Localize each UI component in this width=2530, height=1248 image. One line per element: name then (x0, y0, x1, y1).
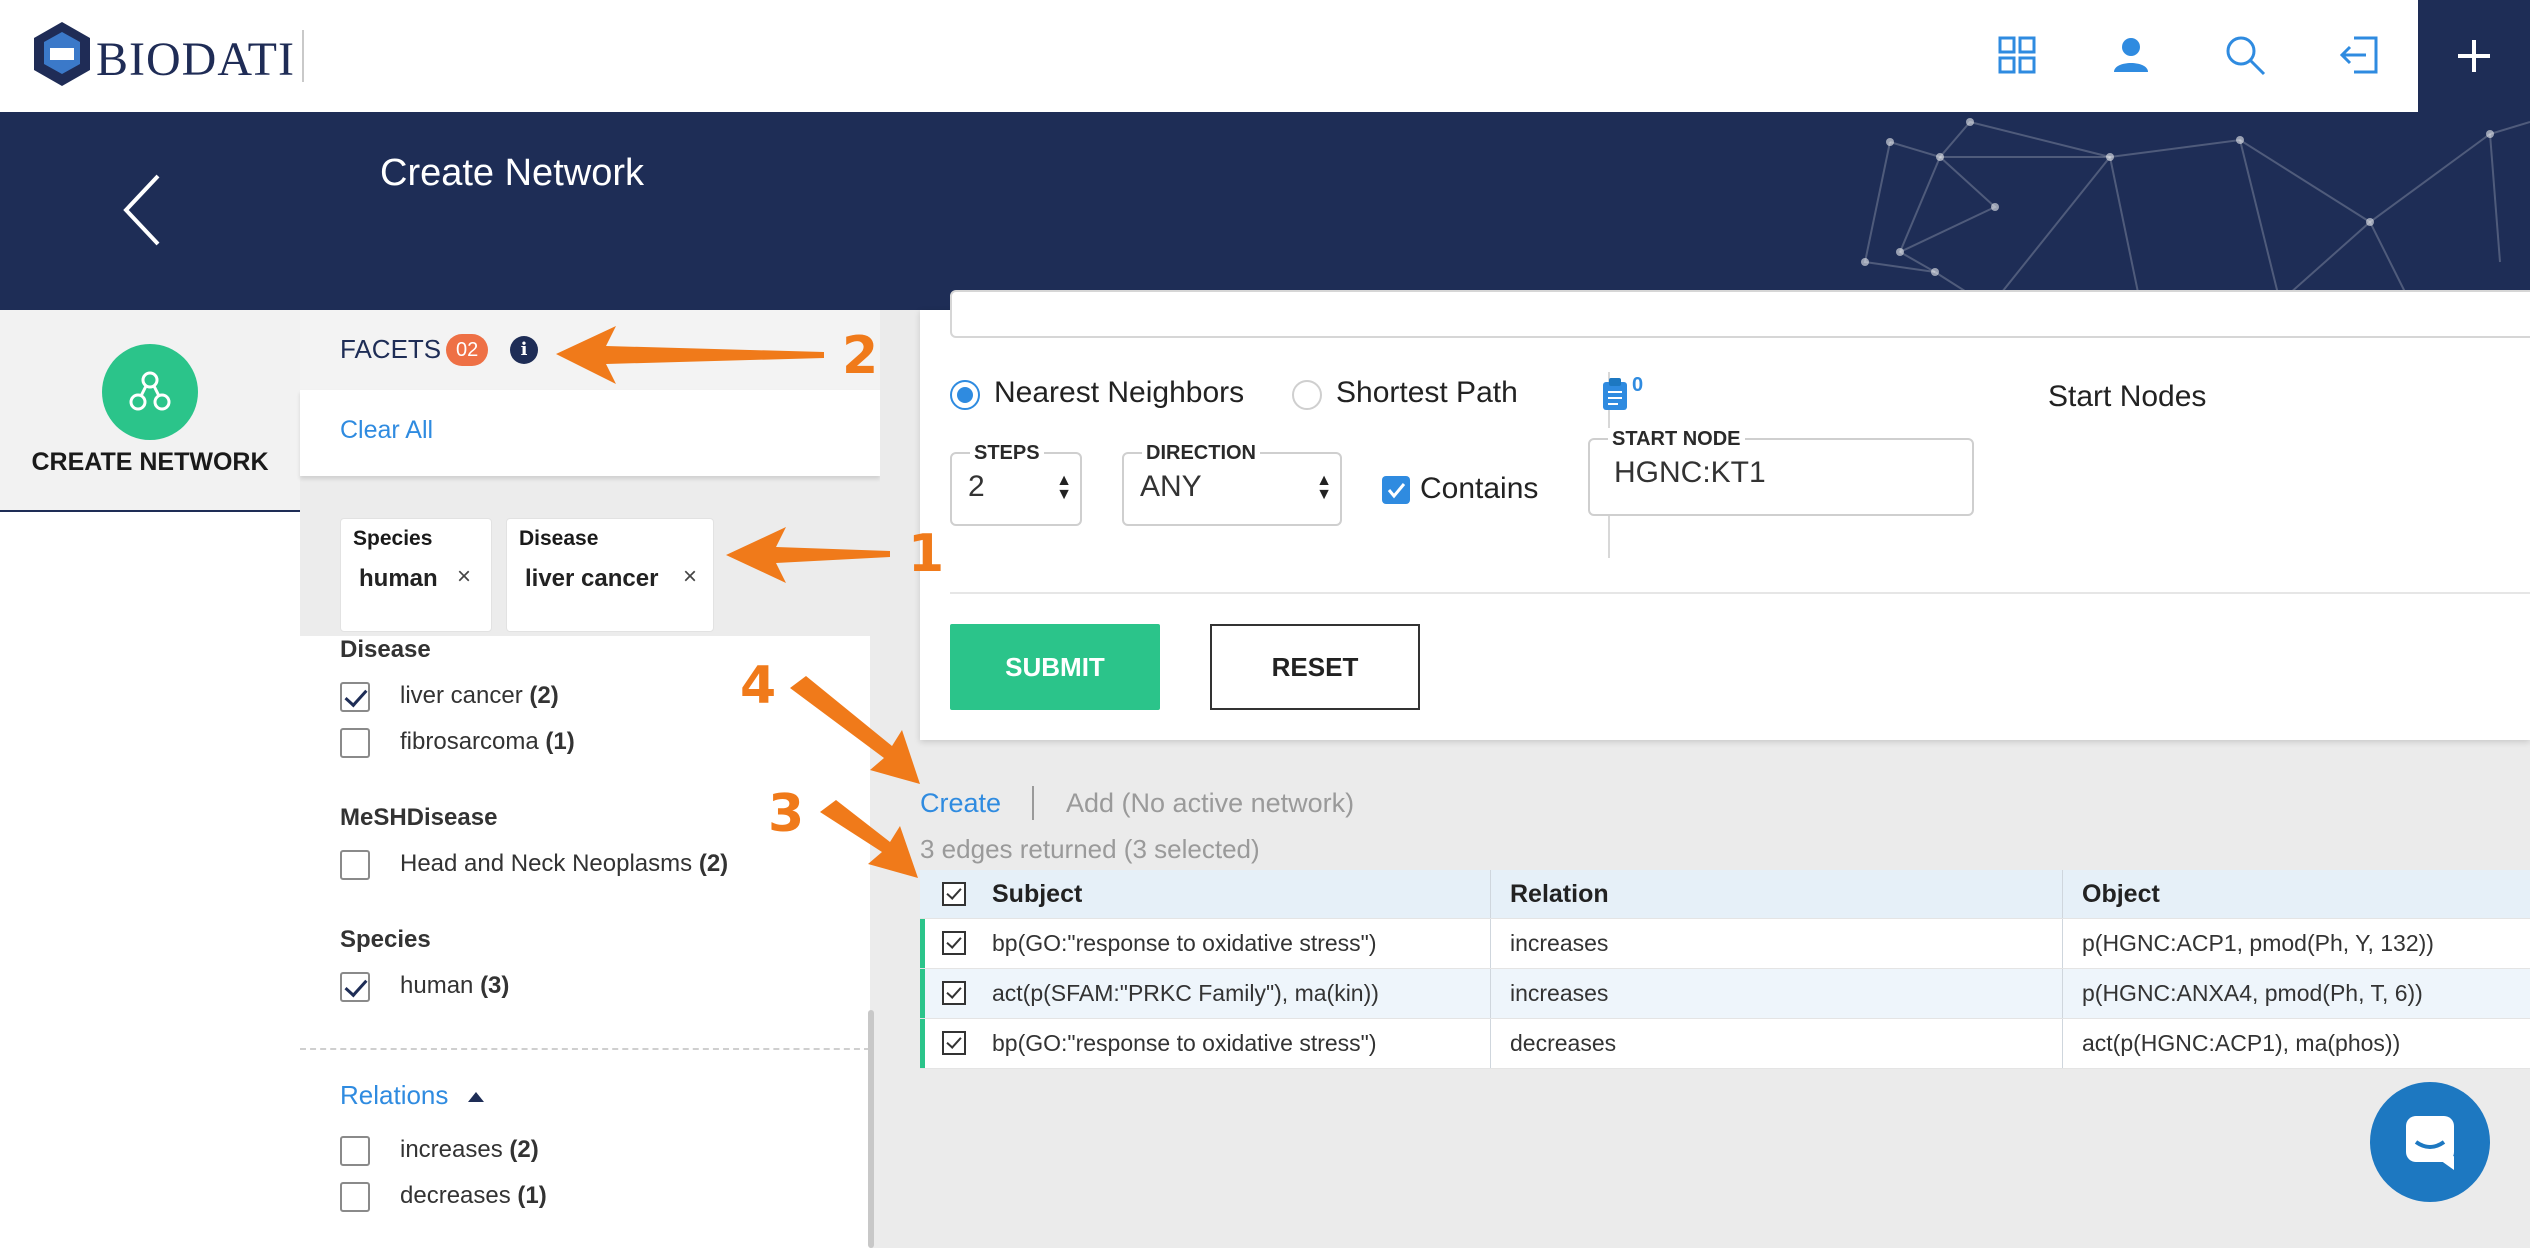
annotation-number: 2 (842, 326, 879, 386)
annotation-arrow (790, 676, 920, 784)
annotation-overlay (556, 326, 920, 878)
annotation-arrow (820, 800, 918, 878)
annotation-number: 1 (908, 524, 945, 584)
annotation-arrow (726, 527, 890, 583)
annotation-number: 4 (740, 656, 777, 716)
annotation-arrow (556, 326, 824, 384)
annotation-number: 3 (768, 784, 805, 844)
